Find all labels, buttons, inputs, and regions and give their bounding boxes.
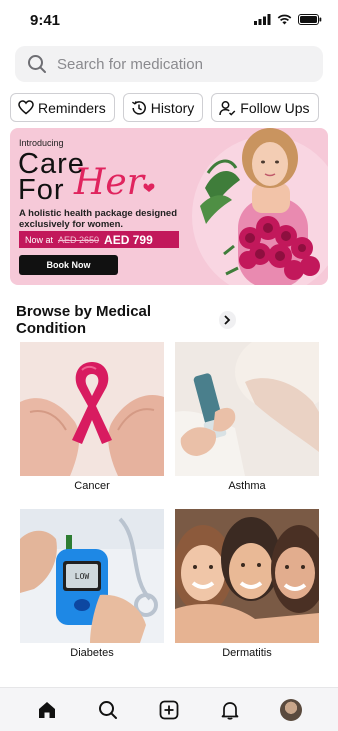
signal-icon	[254, 14, 271, 25]
search-icon	[28, 55, 46, 73]
condition-card-dermatitis[interactable]: Dermatitis	[175, 509, 319, 659]
status-bar: 9:41	[0, 0, 338, 40]
price-old: AED 2650	[58, 234, 100, 245]
banner-price-band: Now at AED 2650 AED 799	[19, 231, 179, 248]
diabetes-image: LOW	[20, 509, 164, 643]
tab-profile[interactable]	[278, 697, 304, 723]
banner-description: A holistic health package designed exclu…	[19, 208, 178, 230]
condition-card-diabetes[interactable]: LOW Diabetes	[20, 509, 164, 659]
condition-card-asthma[interactable]: Asthma	[175, 342, 319, 492]
dermatitis-label: Dermatitis	[222, 647, 272, 659]
book-now-button[interactable]: Book Now	[19, 255, 118, 275]
user-check-icon	[219, 100, 236, 116]
quick-actions: Reminders History Follow Ups	[10, 93, 319, 122]
status-time: 9:41	[30, 12, 61, 29]
history-icon	[131, 100, 146, 115]
asthma-image	[175, 342, 319, 476]
follow-ups-button[interactable]: Follow Ups	[211, 93, 319, 122]
price-prefix: Now at	[25, 234, 54, 245]
tab-add[interactable]	[156, 697, 182, 723]
tab-search[interactable]	[95, 697, 121, 723]
svg-text:LOW: LOW	[75, 572, 90, 581]
history-label: History	[150, 99, 195, 116]
cancer-label: Cancer	[74, 480, 110, 492]
status-icons	[254, 14, 322, 25]
battery-icon	[298, 14, 322, 25]
profile-avatar	[280, 698, 303, 721]
search-icon	[98, 700, 117, 719]
tab-notifications[interactable]	[217, 697, 243, 723]
reminders-label: Reminders	[38, 99, 106, 116]
search-input[interactable]	[57, 55, 297, 73]
heart-icon	[18, 100, 34, 115]
care-for-her-banner[interactable]: Introducing Care For Her A holistic heal…	[10, 128, 328, 285]
cancer-image	[20, 342, 164, 476]
search-bar[interactable]	[15, 46, 323, 82]
reminders-button[interactable]: Reminders	[10, 93, 115, 122]
home-icon	[38, 701, 55, 718]
bottom-tab-bar	[0, 687, 338, 731]
wifi-icon	[277, 14, 292, 25]
condition-card-cancer[interactable]: Cancer	[20, 342, 164, 492]
price-new: AED 799	[104, 232, 153, 247]
tab-home[interactable]	[34, 697, 60, 723]
section-title: Browse by Medical Condition	[16, 303, 152, 337]
follow-ups-label: Follow Ups	[240, 99, 310, 116]
dermatitis-image	[175, 509, 319, 643]
banner-title-her: Her	[74, 162, 144, 203]
bell-icon	[221, 701, 239, 720]
chevron-right-icon[interactable]	[218, 311, 236, 329]
add-icon	[159, 700, 179, 719]
banner-title-for: For	[18, 174, 65, 206]
history-button[interactable]: History	[122, 93, 204, 122]
diabetes-label: Diabetes	[70, 647, 114, 659]
asthma-label: Asthma	[228, 480, 266, 492]
banner-intro: Introducing	[19, 138, 64, 148]
browse-section-header[interactable]: Browse by Medical Condition	[16, 303, 236, 337]
